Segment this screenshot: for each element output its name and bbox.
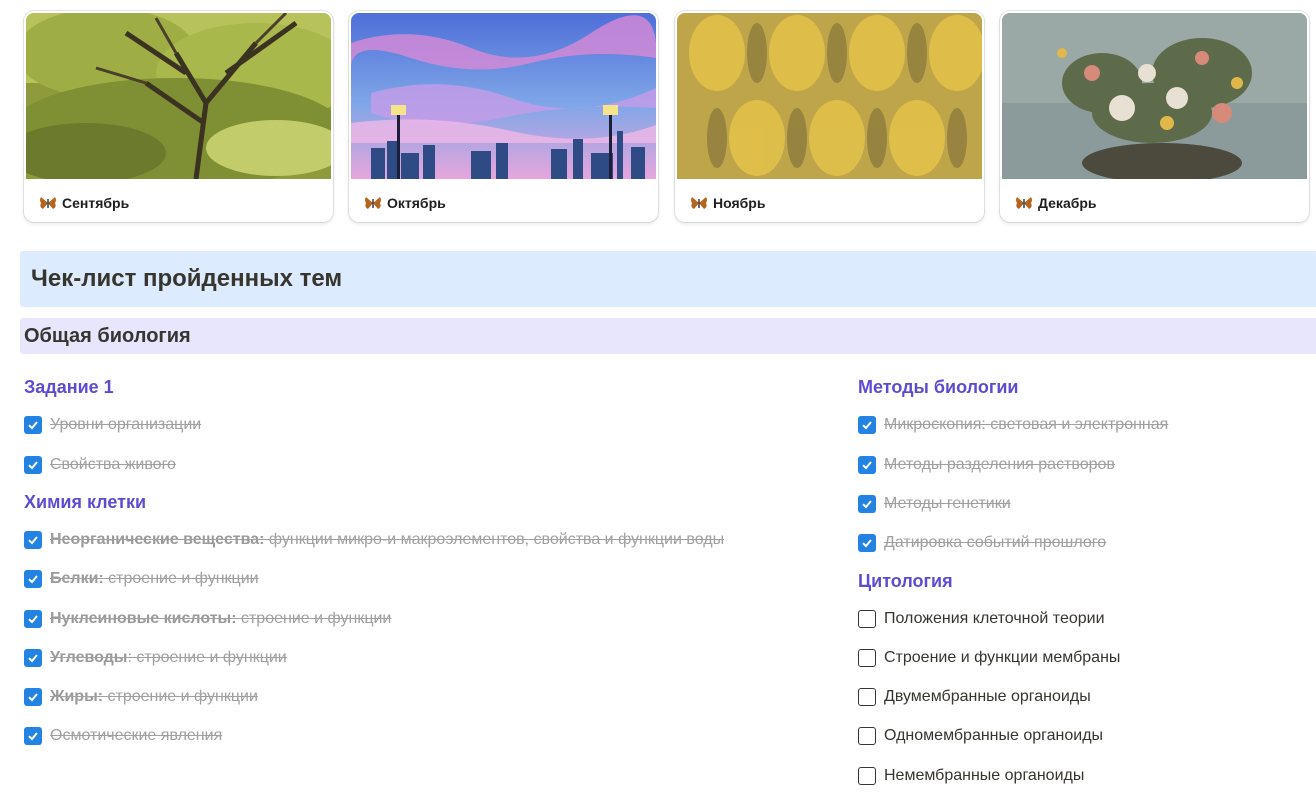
todo-text: Белки: строение и функции: [50, 570, 259, 587]
checkbox-checked[interactable]: [24, 727, 42, 745]
todo-text: Методы разделения растворов: [884, 456, 1115, 473]
todo-text: Микроскопия: световая и электронная: [884, 416, 1169, 433]
todo-text: Одномембранные органоиды: [884, 727, 1104, 744]
gallery-card-november[interactable]: Ноябрь: [675, 11, 984, 222]
checkbox-checked[interactable]: [24, 570, 42, 588]
todo-item[interactable]: Уровни организации: [24, 413, 201, 437]
checkbox-checked[interactable]: [24, 531, 42, 549]
todo-item[interactable]: Нуклеиновые кислоты: строение и функции: [24, 607, 391, 631]
checkbox-checked[interactable]: [858, 416, 876, 434]
card-title: Сентябрь: [62, 195, 130, 211]
todo-item[interactable]: Жиры: строение и функции: [24, 685, 258, 709]
butterfly-icon: [1015, 196, 1033, 210]
todo-item[interactable]: Свойства живого: [24, 453, 176, 477]
todo-text: Уровни организации: [50, 416, 202, 433]
todo-item[interactable]: Методы разделения растворов: [858, 453, 1115, 477]
card-cover-image: [1002, 13, 1307, 179]
gallery-view: Сентябрь Октябрь Ноябрь Декабрь: [24, 11, 1316, 223]
checkbox-checked[interactable]: [24, 688, 42, 706]
todo-item[interactable]: Двумембранные органоиды: [858, 685, 1091, 709]
checkbox-checked[interactable]: [24, 416, 42, 434]
todo-text: Положения клеточной теории: [884, 610, 1105, 627]
todo-text: Неорганические вещества: функции микро-и…: [50, 531, 725, 548]
todo-text: Немембранные органоиды: [884, 767, 1085, 784]
checkbox-checked[interactable]: [858, 495, 876, 513]
group-title-cytology: Цитология: [858, 571, 953, 591]
checkbox-checked[interactable]: [858, 456, 876, 474]
butterfly-icon: [364, 196, 382, 210]
todo-text: Датировка событий прошлого: [884, 534, 1107, 551]
todo-text: Нуклеиновые кислоты: строение и функции: [50, 610, 392, 627]
todo-item[interactable]: Датировка событий прошлого: [858, 531, 1106, 555]
checkbox-unchecked[interactable]: [858, 610, 876, 628]
todo-item[interactable]: Углеводы: строение и функции: [24, 646, 287, 670]
butterfly-icon: [39, 196, 57, 210]
card-cover-image: [26, 13, 331, 179]
butterfly-icon: [690, 196, 708, 210]
gallery-card-september[interactable]: Сентябрь: [24, 11, 333, 222]
todo-text: Строение и функции мембраны: [884, 649, 1121, 666]
group-title-cell-chemistry: Химия клетки: [24, 492, 147, 512]
card-cover-image: [351, 13, 656, 179]
todo-item[interactable]: Методы генетики: [858, 492, 1011, 516]
card-title: Ноябрь: [713, 195, 766, 211]
page-heading: Чек-лист пройденных тем: [20, 251, 1316, 307]
checkbox-unchecked[interactable]: [858, 649, 876, 667]
todo-item[interactable]: Одномембранные органоиды: [858, 724, 1103, 748]
todo-item[interactable]: Белки: строение и функции: [24, 567, 259, 591]
todo-item[interactable]: Положения клеточной теории: [858, 607, 1105, 631]
todo-text: Двумембранные органоиды: [884, 688, 1091, 705]
todo-item[interactable]: Микроскопия: световая и электронная: [858, 413, 1168, 437]
gallery-card-october[interactable]: Октябрь: [349, 11, 658, 222]
todo-item[interactable]: Строение и функции мембраны: [858, 646, 1120, 670]
card-title: Октябрь: [387, 195, 446, 211]
checkbox-unchecked[interactable]: [858, 727, 876, 745]
card-title: Декабрь: [1038, 195, 1097, 211]
section-heading: Общая биология: [20, 318, 1316, 354]
todo-item[interactable]: Осмотические явления: [24, 724, 222, 748]
todo-item[interactable]: Неорганические вещества: функции микро-и…: [24, 528, 724, 552]
checkbox-checked[interactable]: [24, 456, 42, 474]
group-title-task1: Задание 1: [24, 377, 114, 397]
todo-text: Жиры: строение и функции: [50, 688, 258, 705]
checkbox-checked[interactable]: [24, 649, 42, 667]
card-cover-image: [677, 13, 982, 179]
todo-text: Свойства живого: [50, 456, 176, 473]
todo-item[interactable]: Немембранные органоиды: [858, 764, 1084, 788]
checkbox-unchecked[interactable]: [858, 688, 876, 706]
checkbox-unchecked[interactable]: [858, 767, 876, 785]
checkbox-checked[interactable]: [858, 534, 876, 552]
todo-text: Осмотические явления: [50, 727, 223, 744]
todo-text: Методы генетики: [884, 495, 1011, 512]
checkbox-checked[interactable]: [24, 610, 42, 628]
todo-text: Углеводы: строение и функции: [50, 649, 287, 666]
group-title-bio-methods: Методы биологии: [858, 377, 1019, 397]
gallery-card-december[interactable]: Декабрь: [1000, 11, 1309, 222]
